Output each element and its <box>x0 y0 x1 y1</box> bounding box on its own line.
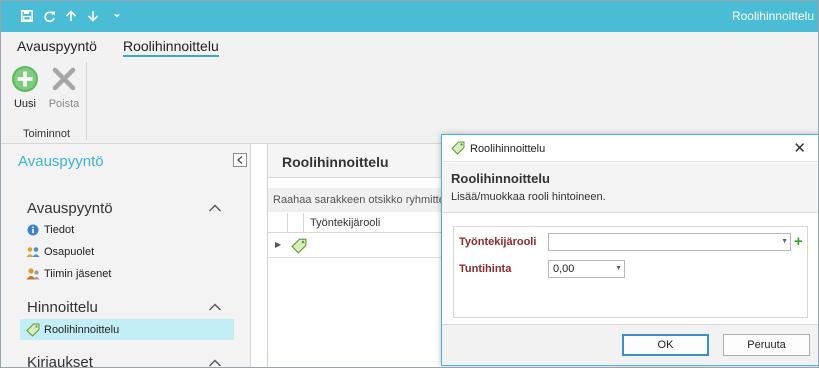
title-bar: Roolihinnoittelu <box>1 1 818 32</box>
tab-roolihinnoittelu[interactable]: Roolihinnoittelu <box>123 38 219 57</box>
delete-button[interactable]: Poista <box>46 65 82 110</box>
expand-row-icon[interactable]: ▶ <box>275 240 281 249</box>
chevron-up-icon[interactable] <box>208 203 222 213</box>
close-icon[interactable]: ✕ <box>793 141 806 156</box>
dialog-title: Roolihinnoittelu <box>470 143 546 155</box>
ok-button[interactable]: OK <box>622 334 709 356</box>
nav-item-label: Tiedot <box>44 223 75 236</box>
price-tag-icon <box>26 323 40 337</box>
tab-avauspyynto[interactable]: Avauspyyntö <box>17 38 97 54</box>
panel-title: Roolihinnoittelu <box>282 154 389 170</box>
nav-section-hinnoittelu[interactable]: Hinnoittelu <box>27 299 98 316</box>
new-button-label: Uusi <box>13 98 36 110</box>
ribbon-group-divider <box>86 62 87 140</box>
save-icon[interactable] <box>19 8 35 24</box>
info-icon <box>26 223 40 237</box>
nav-section-kirjaukset[interactable]: Kirjaukset <box>27 354 93 367</box>
delete-icon <box>50 67 78 96</box>
chevron-down-icon[interactable]: ▼ <box>615 265 622 272</box>
nav-item-label: Osapuolet <box>44 245 95 258</box>
add-role-icon[interactable]: + <box>794 234 803 249</box>
nav-item-label: Tiimin jäsenet <box>44 267 112 280</box>
nav-section-avauspyynto[interactable]: Avauspyyntö <box>27 200 113 217</box>
nav-item-roolihinnoittelu[interactable]: Roolihinnoittelu <box>20 319 234 340</box>
column-header-tyontekijarooli[interactable]: Työntekijärooli <box>310 217 380 229</box>
role-pricing-dialog: Roolihinnoittelu ✕ Roolihinnoittelu Lisä… <box>441 134 818 366</box>
chevron-down-icon[interactable]: ▼ <box>781 238 788 245</box>
dialog-subtitle: Lisää/muokkaa rooli hintoineen. <box>451 191 606 203</box>
nav-title: Avauspyyntö <box>18 153 104 170</box>
nav-item-tiimin-jasenet[interactable]: Tiimin jäsenet <box>20 263 234 284</box>
dialog-heading: Roolihinnoittelu <box>451 171 550 186</box>
dialog-footer: OK Peruuta <box>442 324 818 365</box>
nav-item-label: Roolihinnoittelu <box>44 323 120 336</box>
delete-button-label: Poista <box>48 98 80 110</box>
nav-item-tiedot[interactable]: Tiedot <box>20 219 234 240</box>
application-window: Roolihinnoittelu Avauspyyntö Roolihinnoi… <box>0 0 819 368</box>
chevron-up-icon[interactable] <box>208 358 222 368</box>
dialog-header: Roolihinnoittelu Lisää/muokkaa rooli hin… <box>442 163 818 213</box>
dropdown-icon[interactable] <box>109 8 125 24</box>
ribbon-group-label: Toiminnot <box>23 128 71 140</box>
grid-icon-column <box>288 213 304 233</box>
rate-field-label: Tuntihinta <box>459 263 512 275</box>
dialog-title-bar: Roolihinnoittelu ✕ <box>442 135 818 162</box>
price-tag-icon <box>291 238 307 257</box>
ribbon: Avauspyyntö Roolihinnoittelu Uusi Poista… <box>1 32 818 144</box>
price-tag-icon <box>451 141 465 158</box>
arrow-down-icon[interactable] <box>85 8 101 24</box>
role-field[interactable]: ▼ <box>548 233 791 251</box>
chevron-up-icon[interactable] <box>208 302 222 312</box>
cancel-button[interactable]: Peruuta <box>723 334 810 356</box>
dialog-form: Työntekijärooli ▼ + Tuntihinta 0,00 ▼ <box>453 226 808 318</box>
add-icon <box>11 66 39 96</box>
chevron-left-icon <box>237 156 243 164</box>
nav-item-osapuolet[interactable]: Osapuolet <box>20 241 234 262</box>
team-members-icon <box>26 267 40 281</box>
refresh-icon[interactable] <box>41 8 57 24</box>
arrow-up-icon[interactable] <box>63 8 79 24</box>
grid-expand-column <box>268 213 288 233</box>
rate-field[interactable]: 0,00 ▼ <box>548 260 625 278</box>
role-field-label: Työntekijärooli <box>459 236 537 248</box>
window-title: Roolihinnoittelu <box>731 9 814 23</box>
rate-field-value: 0,00 <box>553 263 575 275</box>
left-navigation: Avauspyyntö Avauspyyntö Tiedot Osapuolet… <box>1 144 251 368</box>
parties-icon <box>26 245 40 259</box>
new-button[interactable]: Uusi <box>7 65 43 110</box>
collapse-panel-button[interactable] <box>233 153 247 167</box>
